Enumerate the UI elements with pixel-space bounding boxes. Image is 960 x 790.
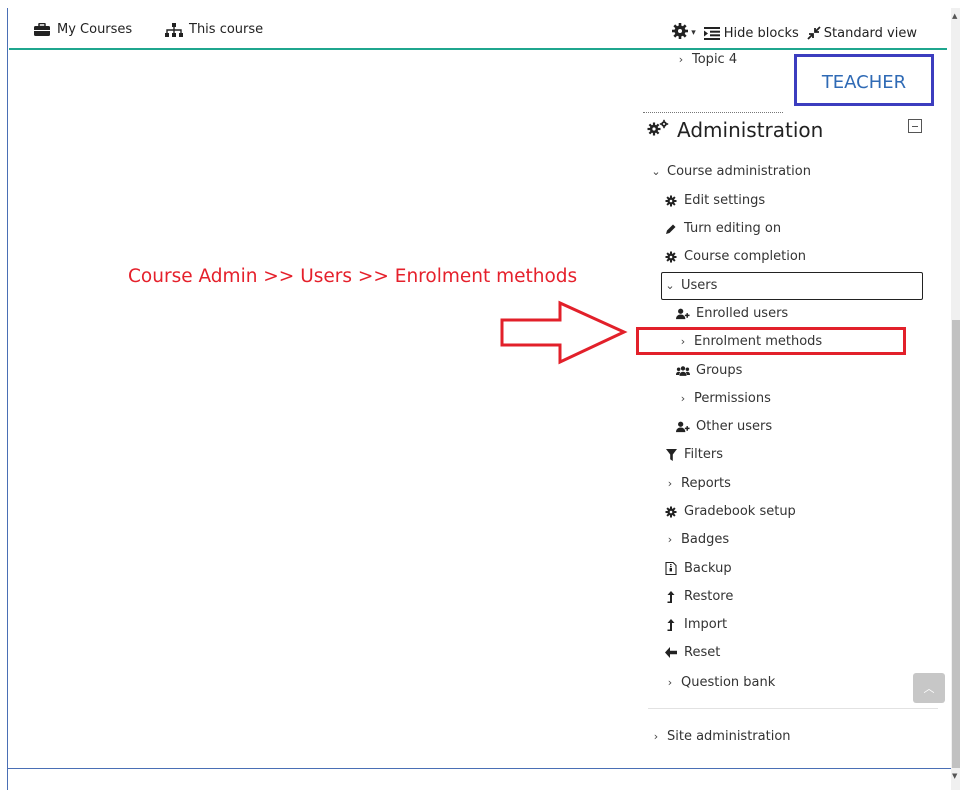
teacher-role-badge: TEACHER bbox=[794, 54, 934, 106]
hide-blocks-label: Hide blocks bbox=[723, 25, 799, 41]
outdent-icon bbox=[703, 26, 720, 40]
site-administration-label: Site administration bbox=[667, 729, 791, 744]
my-courses-label: My Courses bbox=[57, 22, 133, 37]
block-divider bbox=[643, 112, 783, 113]
users-group-icon bbox=[676, 365, 690, 377]
course-completion-link[interactable]: Course completion bbox=[664, 249, 806, 264]
question-bank-label: Question bank bbox=[681, 675, 776, 690]
enrolment-methods-label: Enrolment methods bbox=[694, 334, 823, 349]
window-frame-top bbox=[0, 0, 960, 8]
filters-link[interactable]: Filters bbox=[664, 447, 723, 462]
chevron-down-icon: ⌄ bbox=[651, 165, 661, 178]
this-course-label: This course bbox=[189, 22, 264, 37]
caret-down-icon: ▾ bbox=[691, 28, 696, 38]
reports-label: Reports bbox=[681, 476, 731, 491]
gradebook-setup-link[interactable]: Gradebook setup bbox=[664, 504, 796, 519]
turn-editing-on-link[interactable]: Turn editing on bbox=[664, 221, 781, 236]
reset-link[interactable]: Reset bbox=[664, 645, 720, 660]
window-frame-left bbox=[0, 8, 8, 790]
this-course-link[interactable]: This course bbox=[165, 22, 263, 37]
nav-topic-4-label: Topic 4 bbox=[692, 52, 738, 67]
site-administration-node[interactable]: › Site administration bbox=[651, 729, 791, 744]
scroll-up-arrow-icon[interactable]: ▲ bbox=[952, 12, 957, 20]
groups-label: Groups bbox=[696, 363, 743, 378]
badges-label: Badges bbox=[681, 532, 730, 547]
navbar-actions: ▾ Hide blocks Standard view bbox=[671, 22, 917, 44]
gear-icon bbox=[664, 195, 678, 207]
sitemap-icon bbox=[165, 22, 183, 37]
other-users-label: Other users bbox=[696, 419, 773, 434]
standard-view-button[interactable]: Standard view bbox=[807, 26, 917, 41]
import-label: Import bbox=[684, 617, 728, 632]
course-administration-label: Course administration bbox=[667, 164, 811, 179]
level-up-icon bbox=[664, 590, 678, 603]
import-link[interactable]: Import bbox=[664, 617, 727, 632]
chevron-right-icon: › bbox=[667, 533, 673, 546]
turn-editing-on-label: Turn editing on bbox=[684, 221, 782, 236]
my-courses-link[interactable]: My Courses bbox=[33, 22, 132, 37]
compress-icon bbox=[807, 26, 821, 40]
restore-label: Restore bbox=[684, 589, 734, 604]
user-plus-icon bbox=[676, 308, 690, 320]
administration-block-title: Administration bbox=[647, 118, 823, 142]
chevron-right-icon: › bbox=[653, 730, 659, 743]
back-to-top-button[interactable]: ︿ bbox=[913, 673, 945, 703]
instruction-annotation: Course Admin >> Users >> Enrolment metho… bbox=[128, 266, 578, 287]
gear-icon bbox=[664, 251, 678, 263]
block-separator bbox=[648, 708, 938, 709]
arrow-left-icon bbox=[664, 647, 678, 658]
scroll-down-arrow-icon[interactable]: ▼ bbox=[952, 772, 957, 780]
reports-node[interactable]: › Reports bbox=[665, 476, 731, 491]
course-administration-node[interactable]: ⌄ Course administration bbox=[651, 164, 811, 179]
standard-view-label: Standard view bbox=[823, 25, 917, 41]
level-up-icon bbox=[664, 618, 678, 631]
edit-settings-link[interactable]: Edit settings bbox=[664, 193, 765, 208]
chevron-right-icon: › bbox=[667, 477, 673, 490]
permissions-label: Permissions bbox=[694, 391, 771, 406]
chevron-right-icon: › bbox=[678, 53, 684, 66]
administration-title-label: Administration bbox=[677, 118, 824, 142]
scrollbar-thumb[interactable] bbox=[952, 320, 960, 768]
red-arrow-icon bbox=[500, 300, 628, 365]
chevron-up-icon: ︿ bbox=[923, 682, 935, 695]
course-completion-label: Course completion bbox=[684, 249, 807, 264]
briefcase-icon bbox=[33, 22, 51, 37]
teacher-label: TEACHER bbox=[821, 71, 907, 93]
enrolled-users-link[interactable]: Enrolled users bbox=[676, 306, 788, 321]
user-plus-icon bbox=[676, 421, 690, 433]
top-navbar: My Courses This course ▾ Hide blocks Sta… bbox=[9, 18, 947, 50]
file-archive-icon bbox=[664, 562, 678, 575]
chevron-right-icon: › bbox=[667, 676, 673, 689]
chevron-down-icon: ⌄ bbox=[665, 279, 675, 292]
collapse-block-button[interactable] bbox=[908, 119, 922, 133]
badges-node[interactable]: › Badges bbox=[665, 532, 729, 547]
nav-topic-4[interactable]: › Topic 4 bbox=[676, 52, 737, 67]
gear-icon bbox=[671, 22, 689, 44]
permissions-node[interactable]: › Permissions bbox=[678, 391, 771, 406]
chevron-right-icon: › bbox=[680, 335, 686, 348]
users-node[interactable]: ⌄ Users bbox=[665, 278, 717, 293]
hide-blocks-button[interactable]: Hide blocks bbox=[703, 25, 799, 41]
enrolled-users-label: Enrolled users bbox=[696, 306, 789, 321]
settings-menu-button[interactable]: ▾ bbox=[671, 22, 696, 44]
filter-icon bbox=[664, 448, 678, 461]
chevron-right-icon: › bbox=[680, 392, 686, 405]
window-frame-bottom bbox=[8, 768, 952, 790]
cogs-icon bbox=[647, 118, 669, 142]
edit-settings-label: Edit settings bbox=[684, 193, 766, 208]
gradebook-setup-label: Gradebook setup bbox=[684, 504, 796, 519]
question-bank-node[interactable]: › Question bank bbox=[665, 675, 775, 690]
reset-label: Reset bbox=[684, 645, 721, 660]
other-users-link[interactable]: Other users bbox=[676, 419, 772, 434]
restore-link[interactable]: Restore bbox=[664, 589, 733, 604]
backup-link[interactable]: Backup bbox=[664, 561, 732, 576]
filters-label: Filters bbox=[684, 447, 723, 462]
backup-label: Backup bbox=[684, 561, 732, 576]
enrolment-methods-link[interactable]: › Enrolment methods bbox=[678, 334, 822, 349]
gear-icon bbox=[664, 506, 678, 518]
groups-link[interactable]: Groups bbox=[676, 363, 742, 378]
pencil-icon bbox=[664, 223, 678, 235]
users-label: Users bbox=[681, 278, 718, 293]
